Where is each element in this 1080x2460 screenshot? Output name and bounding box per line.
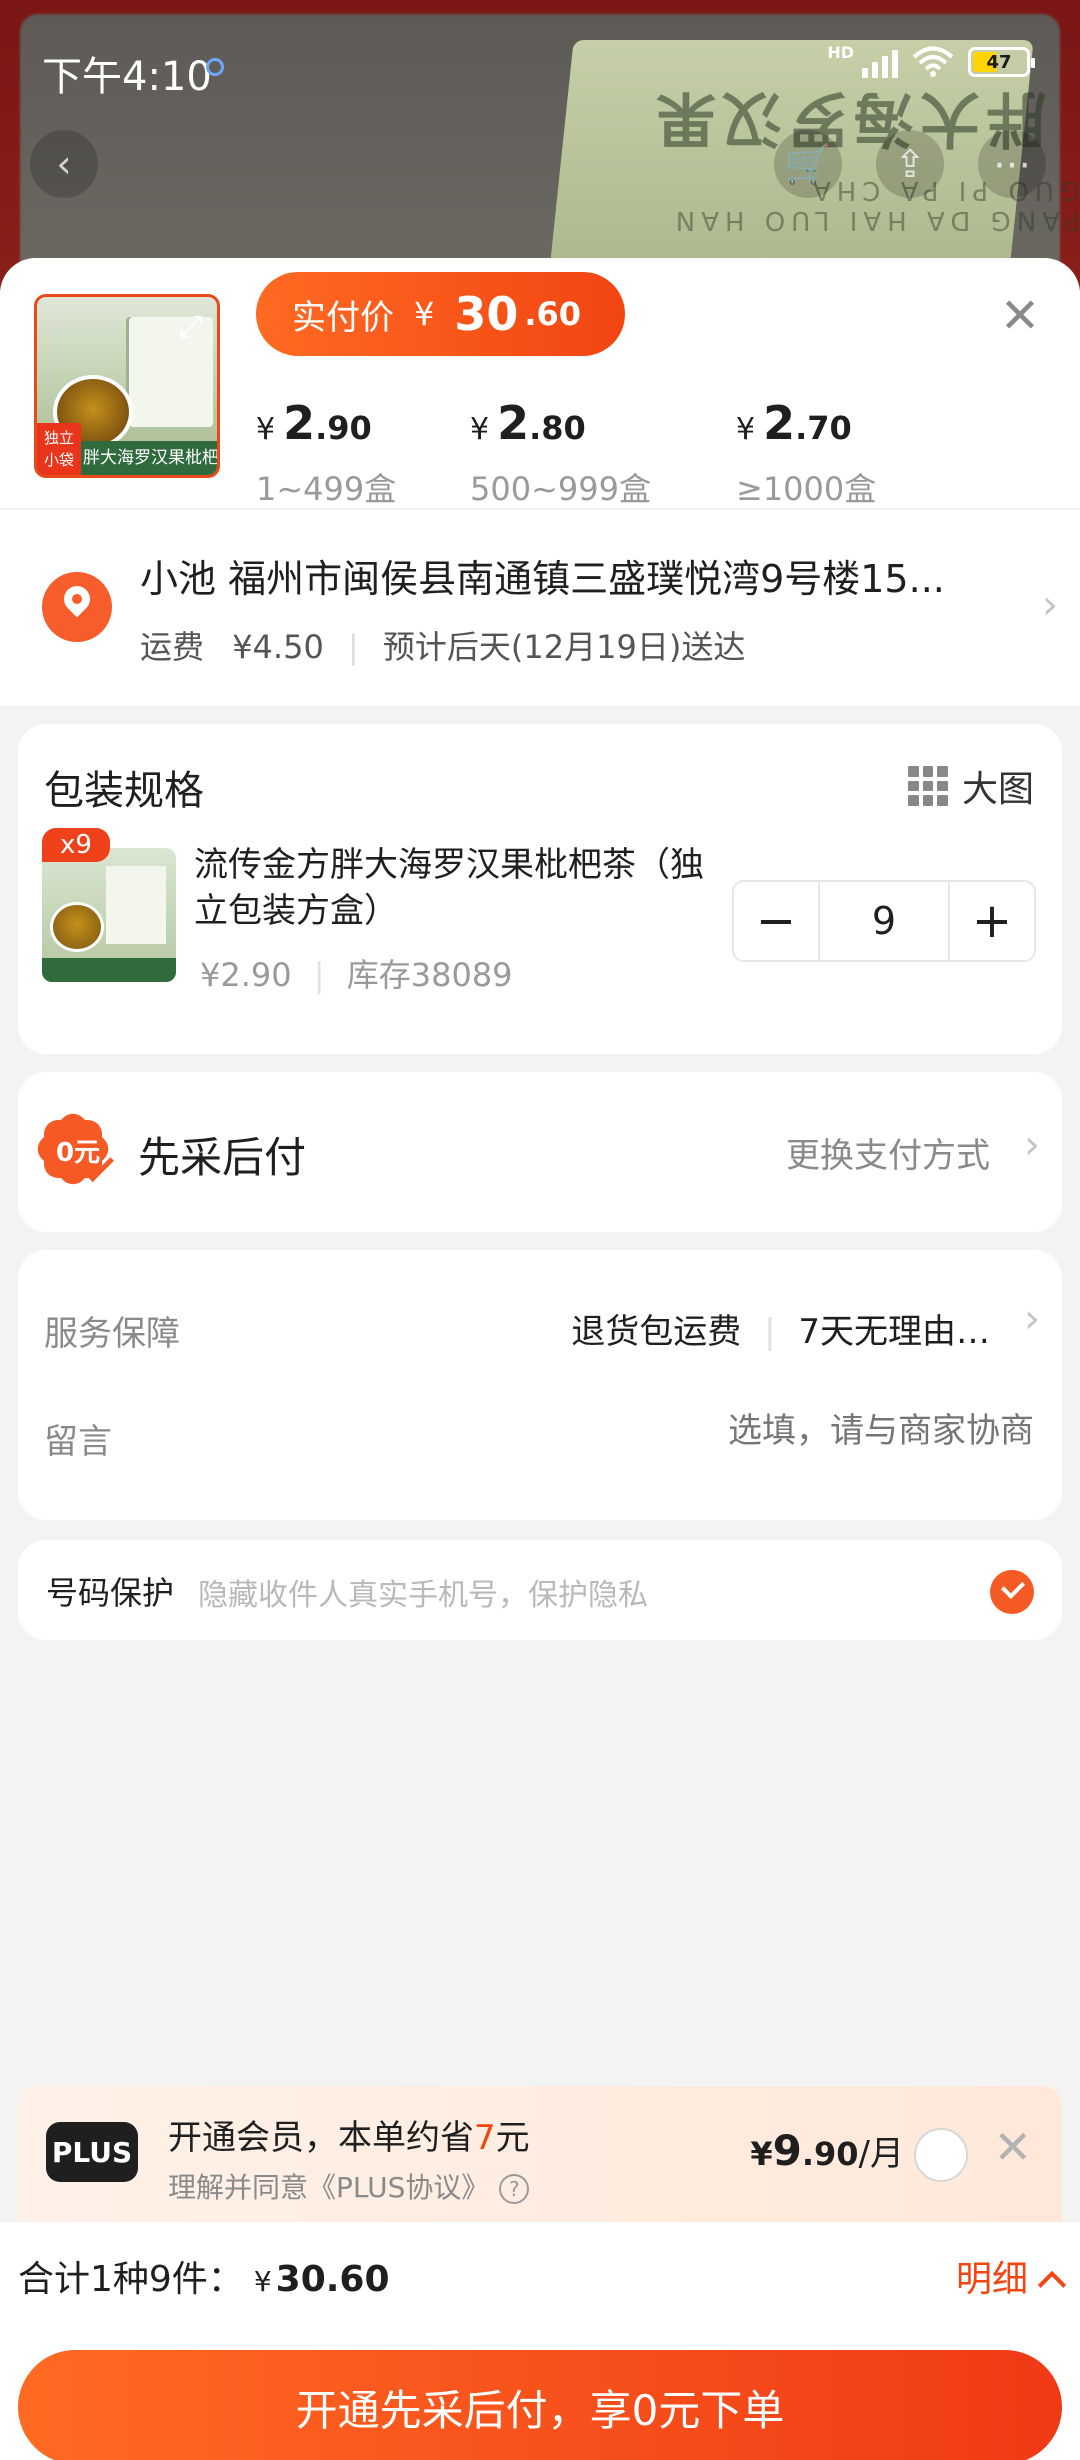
service-value-1: 退货包运费 xyxy=(571,1312,742,1352)
payment-method-title: 先采后付 xyxy=(138,1133,307,1182)
address-line: 小池 福州市闽侯县南通镇三盛璞悦湾9号楼15... xyxy=(140,557,945,601)
decrement-button[interactable]: − xyxy=(734,882,818,960)
payment-method-card[interactable]: 0元 先采后付 更换支付方式 › xyxy=(18,1072,1062,1232)
phone-protection-hint: 隐藏收件人真实手机号，保护隐私 xyxy=(198,1578,648,1613)
product-nav: ‹ 🛒 ⇪ ⋯ xyxy=(0,130,1080,200)
spec-product-name: 流传金方胖大海罗汉果枇杷茶（独立包装方盒） xyxy=(194,845,704,931)
location-icon xyxy=(42,572,112,642)
tier-price-2: ¥2.80 500~999盒 xyxy=(470,396,651,508)
actual-price-label: 实付价 xyxy=(292,297,394,338)
chevron-right-icon: › xyxy=(1024,1122,1040,1168)
phone-protection-card: 号码保护 隐藏收件人真实手机号，保护隐私 xyxy=(18,1540,1062,1640)
plus-price: ¥9.90/月 xyxy=(750,2126,904,2175)
service-value-2: 7天无理由… xyxy=(798,1312,990,1352)
phone-protection-checkbox[interactable] xyxy=(990,1570,1034,1614)
phone-protection-label: 号码保护 xyxy=(46,1574,175,1612)
big-image-button[interactable]: 大图 xyxy=(907,760,1034,812)
big-image-label: 大图 xyxy=(961,769,1034,810)
notification-icon xyxy=(206,58,224,76)
product-thumbnail[interactable]: 胖大海罗汉果枇杷茶 独立小袋 ⤢ xyxy=(34,294,220,478)
chevron-right-icon: › xyxy=(1024,1296,1040,1342)
tier-range: 500~999盒 xyxy=(470,470,651,508)
quantity-badge: x9 xyxy=(42,828,110,862)
change-payment-link[interactable]: 更换支付方式 xyxy=(786,1128,990,1177)
plus-membership-bar: PLUS 开通会员，本单约省7元 理解并同意《PLUS协议》? ¥9.90/月 … xyxy=(18,2086,1062,2222)
service-label: 服务保障 xyxy=(44,1314,180,1354)
quantity-input[interactable]: 9 xyxy=(818,882,950,960)
total-summary: 合计1种9件： ¥30.60 xyxy=(18,2259,390,2300)
tier-prices: ¥2.90 1~499盒 ¥2.80 500~999盒 ¥2.70 ≥1000盒 xyxy=(256,396,1056,508)
tier-price-3: ¥2.70 ≥1000盒 xyxy=(736,396,877,508)
more-icon[interactable]: ⋯ xyxy=(978,130,1046,198)
grid-icon xyxy=(907,766,948,806)
spec-title: 包装规格 xyxy=(44,768,204,814)
status-time: 下午4:10 xyxy=(42,54,212,100)
network-type: HD xyxy=(827,42,854,62)
chevron-right-icon: › xyxy=(1042,582,1058,628)
service-card: 服务保障 退货包运费 | 7天无理由… › 留言 xyxy=(18,1250,1062,1520)
status-icons: HD 47 xyxy=(827,42,1035,78)
plus-logo: PLUS xyxy=(46,2122,138,2182)
share-icon[interactable]: ⇪ xyxy=(876,130,944,198)
signal-icon xyxy=(862,46,898,78)
total-amount: 30.60 xyxy=(275,2259,390,2300)
plus-radio[interactable] xyxy=(914,2128,968,2182)
actual-price-decimal: .60 xyxy=(524,295,582,333)
order-sheet: 胖大海罗汉果枇杷茶 独立小袋 ⤢ 实付价 ¥ 30 .60 ✕ ¥2.90 1~… xyxy=(0,258,1080,2460)
delivery-eta: 预计后天(12月19日)送达 xyxy=(382,628,746,666)
spec-card: 包装规格 大图 x9 流传金方胖大海罗汉果枇杷茶（独立包装方盒） ¥2.90 |… xyxy=(18,724,1062,1054)
spec-stock: 库存38089 xyxy=(346,956,513,994)
spec-thumbnail[interactable] xyxy=(42,848,176,982)
expand-icon[interactable]: ⤢ xyxy=(179,309,203,344)
close-icon[interactable]: ✕ xyxy=(993,2120,1032,2174)
shipping-info: 运费 ¥4.50 | 预计后天(12月19日)送达 xyxy=(140,628,746,666)
spec-meta: ¥2.90 | 库存38089 xyxy=(200,956,513,994)
close-icon[interactable]: ✕ xyxy=(998,292,1042,340)
service-values[interactable]: 退货包运费 | 7天无理由… xyxy=(571,1304,990,1353)
plus-savings: 7 xyxy=(474,2118,496,2158)
price-header: 胖大海罗汉果枇杷茶 独立小袋 ⤢ 实付价 ¥ 30 .60 ✕ ¥2.90 1~… xyxy=(0,258,1080,508)
increment-button[interactable]: + xyxy=(950,882,1034,960)
quantity-stepper: − 9 + xyxy=(732,880,1036,962)
shipping-label: 运费 xyxy=(140,628,205,666)
battery-level: 47 xyxy=(986,51,1012,73)
message-input[interactable] xyxy=(434,1412,1034,1451)
checkout-footer: 合计1种9件： ¥30.60 明细 开通先采后付，享0元下单 xyxy=(0,2222,1080,2460)
actual-price-pill: 实付价 ¥ 30 .60 xyxy=(256,272,626,356)
plus-agreement[interactable]: 理解并同意《PLUS协议》? xyxy=(168,2166,530,2206)
chevron-up-icon xyxy=(1037,2270,1067,2300)
spec-price: ¥2.90 xyxy=(200,956,292,994)
address-row[interactable]: 小池 福州市闽侯县南通镇三盛璞悦湾9号楼15... 运费 ¥4.50 | 预计后… xyxy=(0,510,1080,706)
actual-price-integer: 30 xyxy=(454,287,519,341)
tier-range: 1~499盒 xyxy=(256,470,397,508)
tier-range: ≥1000盒 xyxy=(736,470,877,508)
status-bar: 下午4:10 HD 47 xyxy=(0,0,1080,130)
pay-later-icon: 0元 xyxy=(31,1107,115,1191)
plus-title: 开通会员，本单约省7元 xyxy=(168,2118,530,2158)
shipping-fee: ¥4.50 xyxy=(232,628,324,666)
wifi-icon xyxy=(912,46,954,77)
actual-price-currency: ¥ xyxy=(414,295,435,333)
battery-icon: 47 xyxy=(968,47,1035,77)
cart-icon[interactable]: 🛒 xyxy=(774,130,842,198)
tier-price-1: ¥2.90 1~499盒 xyxy=(256,396,397,508)
submit-order-button[interactable]: 开通先采后付，享0元下单 xyxy=(18,2350,1062,2460)
back-icon[interactable]: ‹ xyxy=(30,130,98,198)
detail-button[interactable]: 明细 xyxy=(956,2250,1067,2302)
help-icon[interactable]: ? xyxy=(499,2174,530,2204)
message-label: 留言 xyxy=(44,1422,112,1462)
thumbnail-tag: 独立小袋 xyxy=(37,423,81,475)
